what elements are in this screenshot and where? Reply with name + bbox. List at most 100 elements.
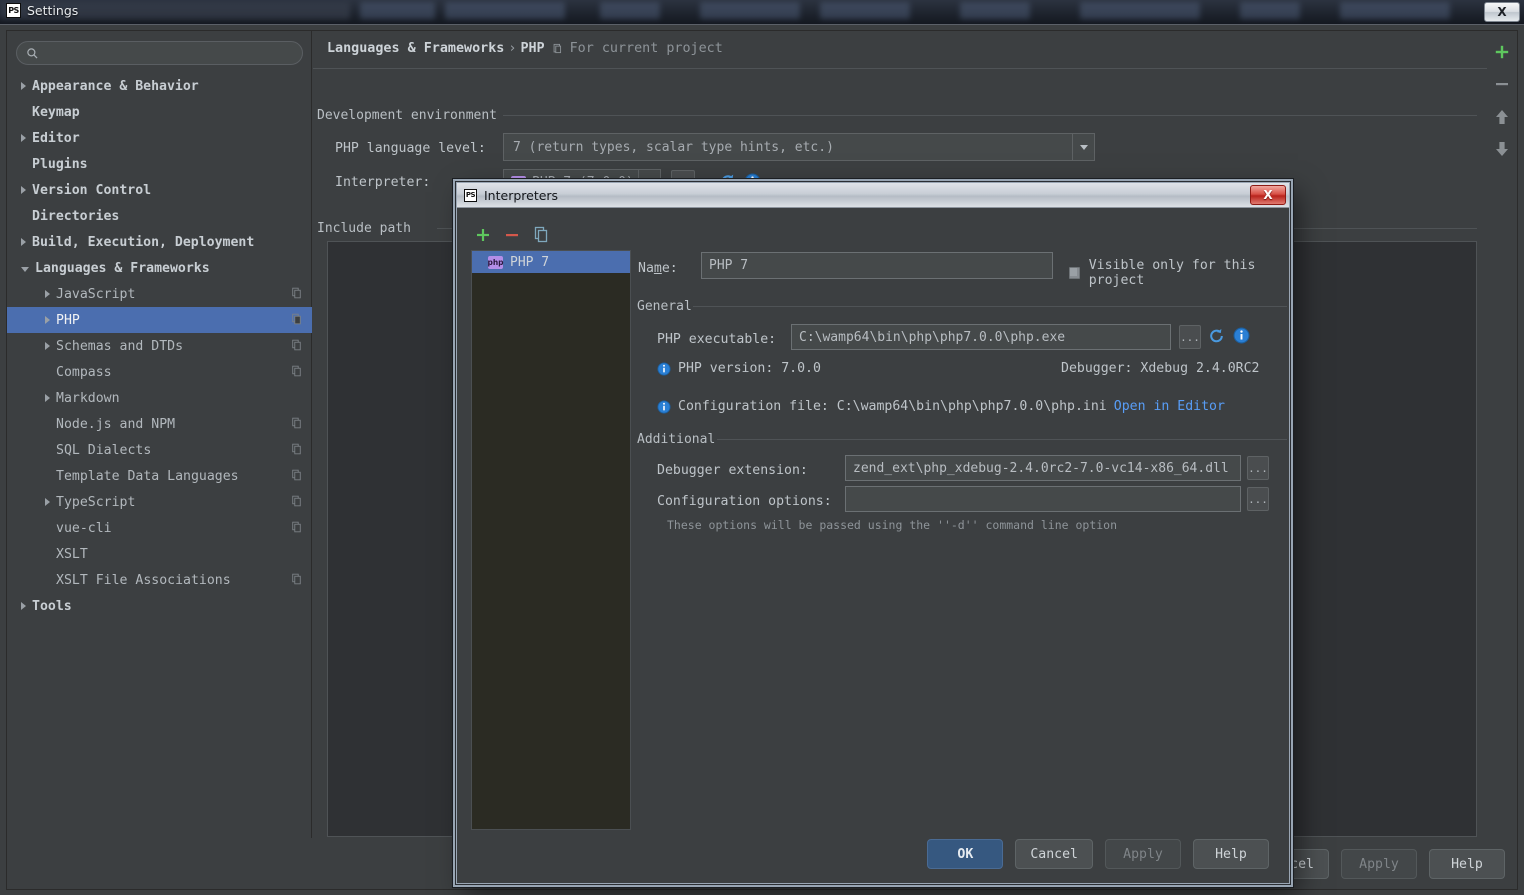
interpreters-close-button[interactable]: X — [1250, 185, 1286, 205]
dev-env-group-rule — [503, 115, 1477, 116]
sidebar-item-label: Version Control — [32, 182, 152, 198]
chevron-down-icon[interactable] — [1072, 134, 1094, 160]
configuration-options-input[interactable] — [845, 486, 1241, 512]
settings-help-button[interactable]: Help — [1429, 849, 1505, 879]
sidebar-item-build-execution-deployment[interactable]: Build, Execution, Deployment — [7, 229, 312, 255]
header-divider — [313, 68, 1487, 69]
sidebar-item-vue-cli[interactable]: vue-cli — [7, 515, 312, 541]
sidebar-item-appearance-behavior[interactable]: Appearance & Behavior — [7, 73, 312, 99]
info-icon[interactable] — [1233, 327, 1250, 344]
sidebar-item-label: Editor — [32, 130, 80, 146]
interpreter-list[interactable]: php PHP 7 — [471, 250, 631, 830]
sidebar-item-label: XSLT File Associations — [56, 572, 231, 588]
sidebar-item-template-data-languages[interactable]: Template Data Languages — [7, 463, 312, 489]
visible-only-checkbox[interactable] — [1069, 267, 1080, 279]
debugger-extension-label: Debugger extension: — [657, 463, 808, 478]
breadcrumb-leaf: PHP — [520, 41, 545, 56]
sidebar-item-directories[interactable]: Directories — [7, 203, 312, 229]
chevron-right-icon[interactable] — [21, 186, 26, 194]
sidebar-item-compass[interactable]: Compass — [7, 359, 312, 385]
sidebar-item-plugins[interactable]: Plugins — [7, 151, 312, 177]
interpreters-apply-button: Apply — [1105, 839, 1181, 869]
php-version-text: PHP version: 7.0.0 — [678, 361, 821, 376]
chevron-right-icon[interactable] — [45, 316, 50, 324]
configuration-options-browse-button[interactable]: ... — [1247, 487, 1269, 511]
configuration-file-text: Configuration file: C:\wamp64\bin\php\ph… — [678, 399, 1107, 414]
settings-title-bar: PS Settings X — [0, 0, 1524, 24]
sidebar-item-xslt[interactable]: XSLT — [7, 541, 312, 567]
breadcrumb-root[interactable]: Languages & Frameworks — [327, 41, 504, 56]
copy-icon[interactable] — [533, 226, 549, 243]
debugger-extension-input[interactable]: zend_ext\php_xdebug-2.4.0rc2-7.0-vc14-x8… — [845, 455, 1241, 481]
additional-group-label: Additional — [637, 432, 724, 447]
chevron-down-icon[interactable] — [21, 266, 29, 272]
chevron-right-icon[interactable] — [45, 498, 50, 506]
additional-group-rule — [717, 439, 1287, 440]
interpreters-dialog: PS Interpreters X php PHP 7 Name: PHP 7 … — [456, 182, 1290, 884]
copy-icon — [291, 495, 302, 511]
sidebar-item-keymap[interactable]: Keymap — [7, 99, 312, 125]
interpreter-list-item[interactable]: php PHP 7 — [472, 251, 630, 273]
sidebar-item-sql-dialects[interactable]: SQL Dialects — [7, 437, 312, 463]
sidebar-item-typescript[interactable]: TypeScript — [7, 489, 312, 515]
debugger-extension-browse-button[interactable]: ... — [1247, 456, 1269, 480]
interpreter-name-input[interactable]: PHP 7 — [701, 252, 1053, 279]
interpreters-ok-button[interactable]: OK — [927, 839, 1004, 869]
open-in-editor-link[interactable]: Open in Editor — [1114, 399, 1225, 414]
plus-icon[interactable] — [1494, 44, 1510, 60]
chevron-right-icon[interactable] — [45, 290, 50, 298]
sidebar-item-label: Schemas and DTDs — [56, 338, 184, 354]
sidebar-item-label: Template Data Languages — [56, 468, 239, 484]
window-close-button[interactable]: X — [1484, 2, 1520, 22]
sidebar-item-tools[interactable]: Tools — [7, 593, 312, 619]
sidebar-item-editor[interactable]: Editor — [7, 125, 312, 151]
chevron-right-icon[interactable] — [21, 238, 26, 246]
copy-icon — [291, 521, 302, 537]
sidebar-item-label: Languages & Frameworks — [35, 260, 210, 276]
interpreter-label: Interpreter: — [335, 175, 431, 190]
sidebar-item-version-control[interactable]: Version Control — [7, 177, 312, 203]
php-executable-input[interactable]: C:\wamp64\bin\php\php7.0.0\php.exe — [791, 324, 1171, 350]
interpreters-help-button[interactable]: Help — [1193, 839, 1269, 869]
sidebar-item-languages-frameworks[interactable]: Languages & Frameworks — [7, 255, 312, 281]
general-group-rule — [693, 306, 1287, 307]
php-executable-value: C:\wamp64\bin\php\php7.0.0\php.exe — [799, 329, 1066, 345]
chevron-right-icon[interactable] — [21, 134, 26, 142]
interpreters-cancel-button[interactable]: Cancel — [1015, 839, 1093, 869]
include-path-toolbar — [1488, 32, 1516, 838]
sidebar-item-label: XSLT — [56, 546, 88, 562]
php-language-level-select[interactable]: 7 (return types, scalar type hints, etc.… — [503, 133, 1095, 161]
arrow-down-icon[interactable] — [1494, 140, 1510, 158]
chevron-right-icon[interactable] — [45, 394, 50, 402]
sidebar-item-markdown[interactable]: Markdown — [7, 385, 312, 411]
chevron-right-icon[interactable] — [21, 602, 26, 610]
visible-only-checkbox-row[interactable]: Visible only for this project — [1069, 258, 1289, 288]
php-executable-browse-button[interactable]: ... — [1179, 325, 1201, 349]
php-executable-label: PHP executable: — [657, 332, 777, 347]
settings-tree[interactable]: Appearance & Behavior Keymap Editor Plugins… — [7, 73, 312, 619]
sidebar-item-schemas-and-dtds[interactable]: Schemas and DTDs — [7, 333, 312, 359]
plus-icon[interactable] — [475, 227, 491, 243]
search-input[interactable] — [16, 41, 303, 65]
refresh-icon[interactable] — [1208, 327, 1225, 345]
minus-icon[interactable] — [1494, 76, 1510, 92]
interpreter-list-toolbar — [475, 226, 549, 243]
sidebar-item-xslt-file-associations[interactable]: XSLT File Associations — [7, 567, 312, 593]
arrow-up-icon[interactable] — [1494, 108, 1510, 126]
sidebar-item-node-js-and-npm[interactable]: Node.js and NPM — [7, 411, 312, 437]
interpreter-detail-panel: Name: PHP 7 Visible only for this projec… — [637, 208, 1289, 883]
chevron-right-icon[interactable] — [21, 82, 26, 90]
sidebar-item-php[interactable]: PHP — [7, 307, 312, 333]
sidebar-item-label: PHP — [56, 312, 80, 328]
sidebar-item-label: Tools — [32, 598, 72, 614]
minus-icon[interactable] — [504, 227, 520, 243]
copy-icon — [291, 469, 302, 485]
sidebar-item-javascript[interactable]: JavaScript — [7, 281, 312, 307]
copy-icon — [291, 417, 302, 433]
php-language-level-label: PHP language level: — [335, 141, 486, 156]
breadcrumb: Languages & Frameworks › PHP For current… — [327, 41, 723, 56]
blurred-background — [0, 0, 1524, 24]
info-icon — [657, 399, 671, 414]
interpreter-name-value: PHP 7 — [709, 258, 749, 273]
chevron-right-icon[interactable] — [45, 342, 50, 350]
